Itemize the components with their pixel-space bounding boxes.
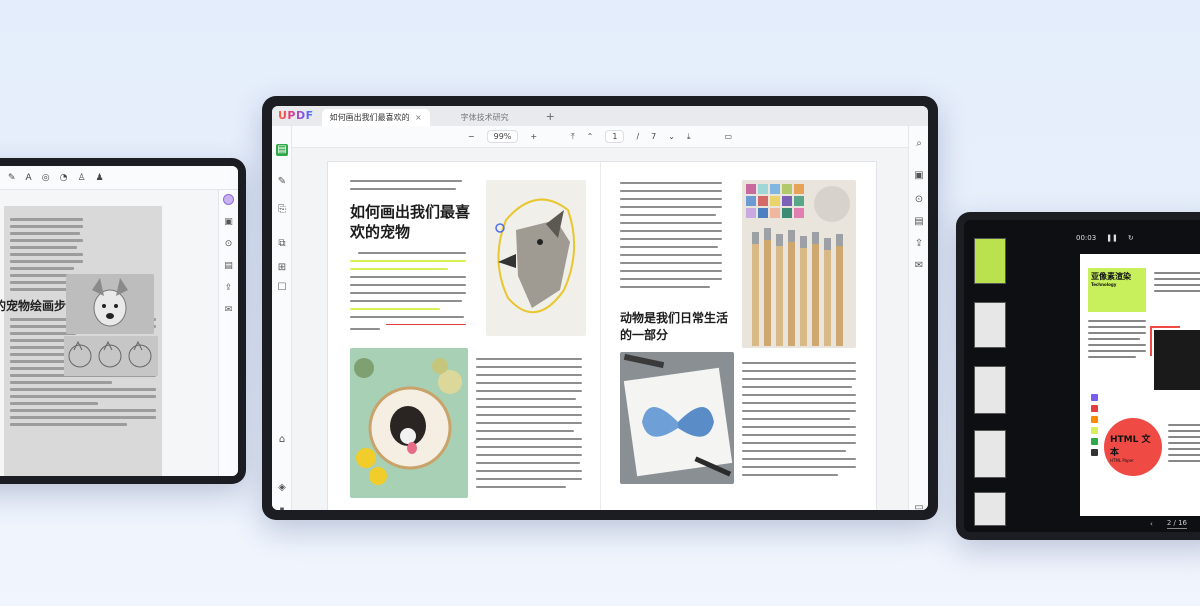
convert-icon[interactable]: ▣ bbox=[224, 217, 233, 227]
slide-thumbnail[interactable] bbox=[974, 302, 1006, 348]
slide-thumbnail[interactable] bbox=[974, 238, 1006, 284]
slide-red-accent bbox=[1150, 326, 1180, 356]
slide-green-block: 亚像素渲染 Technology bbox=[1088, 268, 1146, 312]
left-tablet-screen: ✎ A ◎ ◔ ♙ ♟ 可爱的宠物绘画步骤 ▣ bbox=[0, 166, 238, 476]
zoom-select[interactable]: 99% bbox=[486, 130, 519, 143]
app-logo: UPDF bbox=[272, 109, 322, 126]
add-tab-icon[interactable]: + bbox=[540, 110, 563, 126]
mail-icon[interactable]: ✉ bbox=[225, 305, 233, 315]
reset-icon[interactable]: ↻ bbox=[1128, 234, 1134, 242]
dog-sketch-image bbox=[66, 274, 154, 334]
slide-thumbnail[interactable] bbox=[974, 492, 1006, 526]
last-page-icon[interactable]: ⤓ bbox=[687, 132, 691, 142]
embroidery-dog-photo bbox=[350, 348, 468, 498]
right-tablet-screen: 00:03 ❚❚ ↻ 亚像素渲染 Technology HTML 文本 HTML… bbox=[964, 220, 1200, 532]
page-total: 7 bbox=[651, 132, 657, 141]
convert-icon[interactable]: ▣ bbox=[913, 170, 925, 182]
dog-sketch-steps-image bbox=[64, 336, 158, 376]
slide-red-circle: HTML 文本 HTML Paper bbox=[1104, 418, 1162, 476]
section-title-line1: 动物是我们日常生活 bbox=[620, 311, 729, 325]
left-right-rail: ▣ ⊙ ▤ ⇪ ✉ bbox=[218, 190, 238, 476]
slide-thumbnail[interactable] bbox=[974, 430, 1006, 478]
document-title-line1: 如何画出我们最喜 bbox=[350, 203, 471, 221]
watercolor-butterfly-photo bbox=[620, 352, 734, 484]
edit-icon[interactable]: ⎘ bbox=[276, 204, 288, 216]
left-tool-rail: ▤ ✎ ⎘ ⧉ ⊞ ☐ ⌂ ◈ ▮ bbox=[272, 126, 292, 510]
tab-document[interactable]: 如何画出我们最喜欢的宠物 × bbox=[321, 109, 430, 126]
organize-icon[interactable]: ⌂ bbox=[276, 434, 288, 446]
bookmark-icon[interactable]: ▮ bbox=[276, 506, 288, 510]
protect-icon[interactable]: ▤ bbox=[224, 261, 233, 271]
form-icon[interactable]: ☐ bbox=[276, 282, 288, 294]
color-swatch[interactable] bbox=[1090, 427, 1098, 434]
color-palette bbox=[1088, 390, 1100, 502]
ocr-icon[interactable]: ⊙ bbox=[913, 194, 925, 206]
document-spread: 如何画出我们最喜 欢的宠物 动物是我们日常生活 的一部分 bbox=[328, 162, 876, 510]
elapsed-time: 00:03 bbox=[1076, 234, 1097, 242]
circle-tool-icon[interactable]: ◎ bbox=[42, 173, 50, 183]
pause-icon[interactable]: ❚❚ bbox=[1106, 234, 1118, 242]
first-page-icon[interactable]: ⤒ bbox=[571, 132, 575, 142]
slide-green-title: 亚像素渲染 bbox=[1091, 272, 1131, 281]
pen-icon[interactable]: ✎ bbox=[8, 173, 16, 183]
next-page-icon[interactable]: ⌄ bbox=[668, 132, 675, 141]
center-tablet: UPDF 如何画出我们最喜欢的宠物 × 字体技术研究 + ▤ ✎ ⎘ ⧉ ⊞ ☐… bbox=[262, 96, 938, 520]
color-swatch[interactable] bbox=[1090, 449, 1098, 456]
tab-font-research[interactable]: 字体技术研究 bbox=[430, 109, 540, 126]
tab-document-label: 如何画出我们最喜欢的宠物 bbox=[329, 113, 409, 122]
chat-icon[interactable]: ▭ bbox=[913, 502, 925, 510]
slide-green-subtitle: Technology bbox=[1091, 282, 1117, 287]
slide-red-subtitle: HTML Paper bbox=[1110, 458, 1134, 463]
presentation-controls: 00:03 ❚❚ ↻ bbox=[1076, 234, 1134, 242]
prev-page-icon[interactable]: ⌃ bbox=[587, 132, 594, 141]
document-title-line2: 欢的宠物 bbox=[350, 223, 411, 241]
stamp-icon[interactable]: ♙ bbox=[77, 173, 85, 183]
layers-icon[interactable]: ◈ bbox=[276, 482, 288, 494]
shape-icon[interactable]: ◔ bbox=[60, 173, 68, 183]
right-tablet: 00:03 ❚❚ ↻ 亚像素渲染 Technology HTML 文本 HTML… bbox=[956, 212, 1200, 540]
presentation-icon[interactable]: ▭ bbox=[725, 132, 733, 141]
color-swatch[interactable] bbox=[1090, 438, 1098, 445]
ocr-icon[interactable]: ⊙ bbox=[225, 239, 233, 249]
crop-icon[interactable]: ⊞ bbox=[276, 262, 288, 274]
left-toolbar: ✎ A ◎ ◔ ♙ ♟ bbox=[0, 166, 238, 190]
document-toolbar: − 99% + ⤒ ⌃ 1 / 7 ⌄ ⤓ ▭ bbox=[292, 126, 908, 148]
section-title: 动物是我们日常生活 的一部分 bbox=[620, 310, 728, 344]
paint-brushes-photo bbox=[742, 180, 856, 348]
section-title-line2: 的一部分 bbox=[620, 328, 669, 342]
prev-slide-icon[interactable]: ‹ bbox=[1150, 520, 1153, 528]
page-indicator: 2 / 16 bbox=[1166, 519, 1187, 529]
color-swatch[interactable] bbox=[1090, 416, 1098, 423]
right-tool-rail: ⌕ ▣ ⊙ ▤ ⇪ ✉ ▭ bbox=[908, 126, 928, 510]
close-icon[interactable]: × bbox=[415, 113, 422, 122]
share-icon[interactable]: ⇪ bbox=[913, 238, 925, 250]
protect-icon[interactable]: ▤ bbox=[913, 216, 925, 228]
dog-sketch-image bbox=[486, 180, 586, 336]
document-title: 如何画出我们最喜 欢的宠物 bbox=[350, 202, 470, 242]
page-input[interactable]: 1 bbox=[605, 130, 625, 143]
tab-bar: UPDF 如何画出我们最喜欢的宠物 × 字体技术研究 + bbox=[272, 106, 928, 126]
left-document-page: 可爱的宠物绘画步骤 bbox=[0, 206, 162, 476]
slide-pager: ‹ 2 / 16 › bbox=[1150, 519, 1200, 529]
text-icon[interactable]: A bbox=[26, 173, 32, 183]
mail-icon[interactable]: ✉ bbox=[913, 260, 925, 272]
signature-icon[interactable]: ♟ bbox=[96, 173, 104, 183]
slide-red-title: HTML 文本 bbox=[1110, 435, 1151, 458]
reader-icon[interactable]: ▤ bbox=[276, 144, 288, 156]
color-swatch[interactable] bbox=[1090, 394, 1098, 401]
tab-font-research-label: 字体技术研究 bbox=[460, 113, 509, 122]
search-icon[interactable]: ⌕ bbox=[913, 138, 925, 150]
color-swatch[interactable] bbox=[1090, 405, 1098, 412]
zoom-in-icon[interactable]: + bbox=[530, 132, 537, 141]
slide-thumbnail[interactable] bbox=[974, 366, 1006, 414]
page-organize-icon[interactable]: ⧉ bbox=[276, 238, 288, 250]
comment-icon[interactable]: ✎ bbox=[276, 176, 288, 188]
zoom-out-icon[interactable]: − bbox=[468, 132, 475, 141]
center-tablet-screen: UPDF 如何画出我们最喜欢的宠物 × 字体技术研究 + ▤ ✎ ⎘ ⧉ ⊞ ☐… bbox=[272, 106, 928, 510]
share-icon[interactable]: ⇪ bbox=[225, 283, 233, 293]
user-avatar[interactable] bbox=[223, 194, 234, 205]
left-tablet: ✎ A ◎ ◔ ♙ ♟ 可爱的宠物绘画步骤 ▣ bbox=[0, 158, 246, 484]
page-separator: / bbox=[636, 132, 640, 141]
